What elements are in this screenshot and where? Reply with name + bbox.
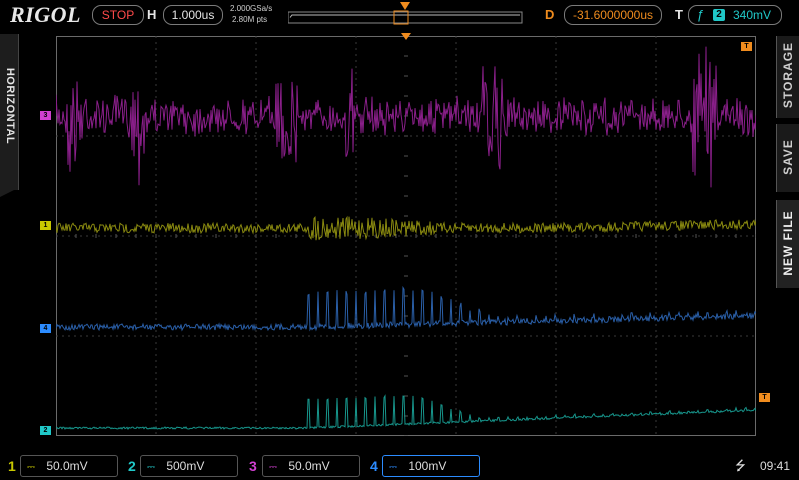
save-menu-tab[interactable]: SAVE: [776, 124, 799, 192]
trigger-position-marker: [400, 2, 410, 10]
horizontal-menu-tab[interactable]: HORIZONTAL: [0, 34, 19, 190]
channel-1-trace: [56, 215, 756, 241]
channel-2-trace: [56, 394, 756, 430]
channel-4-number[interactable]: 4: [370, 458, 378, 474]
left-tab-tail-icon: [0, 188, 18, 197]
delay-label: D: [545, 7, 555, 22]
channel-4-trace: [56, 285, 756, 332]
coupling-dc-icon: ⎓: [147, 462, 155, 473]
run-stop-indicator[interactable]: STOP: [92, 5, 144, 25]
coupling-dc-icon: ⎓: [27, 462, 35, 473]
channel-2-scale-value: 500mV: [166, 459, 205, 473]
new-file-tab-label: NEW FILE: [781, 210, 795, 276]
usb-icon: ⭍: [735, 458, 746, 473]
coupling-dc-icon: ⎓: [389, 462, 397, 473]
channel-4-scale[interactable]: ⎓ 100mV: [382, 455, 480, 477]
trigger-edge-icon: ƒ: [697, 7, 705, 22]
top-status-bar: RIGOL STOP H 1.000us 2.000GSa/s 2.80M pt…: [0, 0, 799, 28]
memory-depth: 2.80M pts: [232, 15, 268, 24]
horizontal-label: H: [147, 7, 157, 22]
channel-1-scale[interactable]: ⎓ 50.0mV: [20, 455, 118, 477]
channel-3-scale[interactable]: ⎓ 50.0mV: [262, 455, 360, 477]
channel-1-marker[interactable]: 1: [40, 221, 51, 230]
waveform-display[interactable]: [56, 36, 756, 436]
channel-3-scale-value: 50.0mV: [288, 459, 330, 473]
coupling-dc-icon: ⎓: [269, 462, 277, 473]
trigger-time-marker: [401, 33, 411, 40]
delay-value[interactable]: -31.6000000us: [564, 5, 662, 25]
trigger-level-value: 340mV: [733, 8, 772, 22]
sample-rate: 2.000GSa/s: [230, 4, 273, 13]
channel-2-marker[interactable]: 2: [40, 426, 51, 435]
rigol-logo: RIGOL: [10, 2, 81, 27]
channel-2-scale[interactable]: ⎓ 500mV: [140, 455, 238, 477]
memory-overview-strip[interactable]: [288, 9, 524, 25]
horizontal-tab-label: HORIZONTAL: [4, 67, 16, 145]
channel-1-number[interactable]: 1: [8, 458, 16, 474]
clock-time: 09:41: [760, 459, 791, 473]
top-right-marker[interactable]: T: [741, 42, 752, 51]
trigger-settings[interactable]: ƒ 2 340mV: [688, 5, 782, 25]
trigger-level-marker[interactable]: T: [759, 393, 770, 402]
trigger-label: T: [675, 7, 683, 22]
channel-4-marker[interactable]: 4: [40, 324, 51, 333]
channel-3-trace: [56, 46, 756, 188]
channel-4-scale-value: 100mV: [408, 459, 447, 473]
new-file-menu-tab[interactable]: NEW FILE: [776, 200, 799, 288]
channel-3-number[interactable]: 3: [249, 458, 257, 474]
channel-2-number[interactable]: 2: [128, 458, 136, 474]
channel-3-marker[interactable]: 3: [40, 111, 51, 120]
timebase-value[interactable]: 1.000us: [163, 5, 223, 25]
trigger-source-badge: 2: [713, 9, 725, 21]
channel-1-scale-value: 50.0mV: [46, 459, 88, 473]
